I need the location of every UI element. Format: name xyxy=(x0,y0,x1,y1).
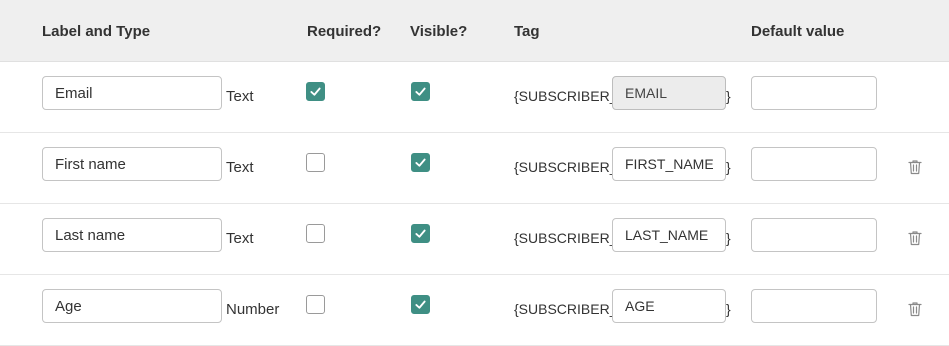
table-row: Number {SUBSCRIBER_ } xyxy=(0,275,949,346)
default-value-input[interactable] xyxy=(751,76,877,110)
visible-checkbox[interactable] xyxy=(411,295,430,314)
default-value-input[interactable] xyxy=(751,147,877,181)
visible-checkbox[interactable] xyxy=(411,82,430,101)
tag-suffix: } xyxy=(726,159,731,175)
tag-input[interactable] xyxy=(612,289,726,323)
field-label-input[interactable] xyxy=(42,147,222,181)
header-required: Required? xyxy=(307,23,382,40)
table-row: Text {SUBSCRIBER_ } xyxy=(0,204,949,275)
check-icon xyxy=(415,87,426,96)
tag-suffix: } xyxy=(726,230,731,246)
table-row: Text {SUBSCRIBER_ } xyxy=(0,62,949,133)
default-value-input[interactable] xyxy=(751,218,877,252)
check-icon xyxy=(415,158,426,167)
table-header: Label and Type Required? Visible? Tag De… xyxy=(0,0,949,62)
header-label-and-type: Label and Type xyxy=(42,23,151,40)
check-icon xyxy=(415,300,426,309)
custom-fields-table: Label and Type Required? Visible? Tag De… xyxy=(0,0,949,346)
trash-icon[interactable] xyxy=(908,230,922,246)
tag-suffix: } xyxy=(726,88,731,104)
field-type: Number xyxy=(226,301,280,318)
field-label-input[interactable] xyxy=(42,76,222,110)
tag-prefix: {SUBSCRIBER_ xyxy=(514,301,618,317)
field-type: Text xyxy=(226,230,254,247)
check-icon xyxy=(310,87,321,96)
tag-prefix: {SUBSCRIBER_ xyxy=(514,88,618,104)
tag-input[interactable] xyxy=(612,147,726,181)
trash-icon[interactable] xyxy=(908,159,922,175)
visible-checkbox[interactable] xyxy=(411,153,430,172)
default-value-input[interactable] xyxy=(751,289,877,323)
header-tag: Tag xyxy=(514,23,540,40)
required-checkbox[interactable] xyxy=(306,295,325,314)
check-icon xyxy=(415,229,426,238)
header-default-value: Default value xyxy=(751,23,845,40)
field-label-input[interactable] xyxy=(42,218,222,252)
field-type: Text xyxy=(226,159,254,176)
tag-prefix: {SUBSCRIBER_ xyxy=(514,230,618,246)
field-type: Text xyxy=(226,88,254,105)
visible-checkbox[interactable] xyxy=(411,224,430,243)
required-checkbox[interactable] xyxy=(306,153,325,172)
tag-input[interactable] xyxy=(612,218,726,252)
trash-icon[interactable] xyxy=(908,301,922,317)
header-visible: Visible? xyxy=(410,23,468,40)
required-checkbox[interactable] xyxy=(306,224,325,243)
required-checkbox[interactable] xyxy=(306,82,325,101)
field-label-input[interactable] xyxy=(42,289,222,323)
table-row: Text {SUBSCRIBER_ } xyxy=(0,133,949,204)
tag-input xyxy=(612,76,726,110)
tag-prefix: {SUBSCRIBER_ xyxy=(514,159,618,175)
tag-suffix: } xyxy=(726,301,731,317)
